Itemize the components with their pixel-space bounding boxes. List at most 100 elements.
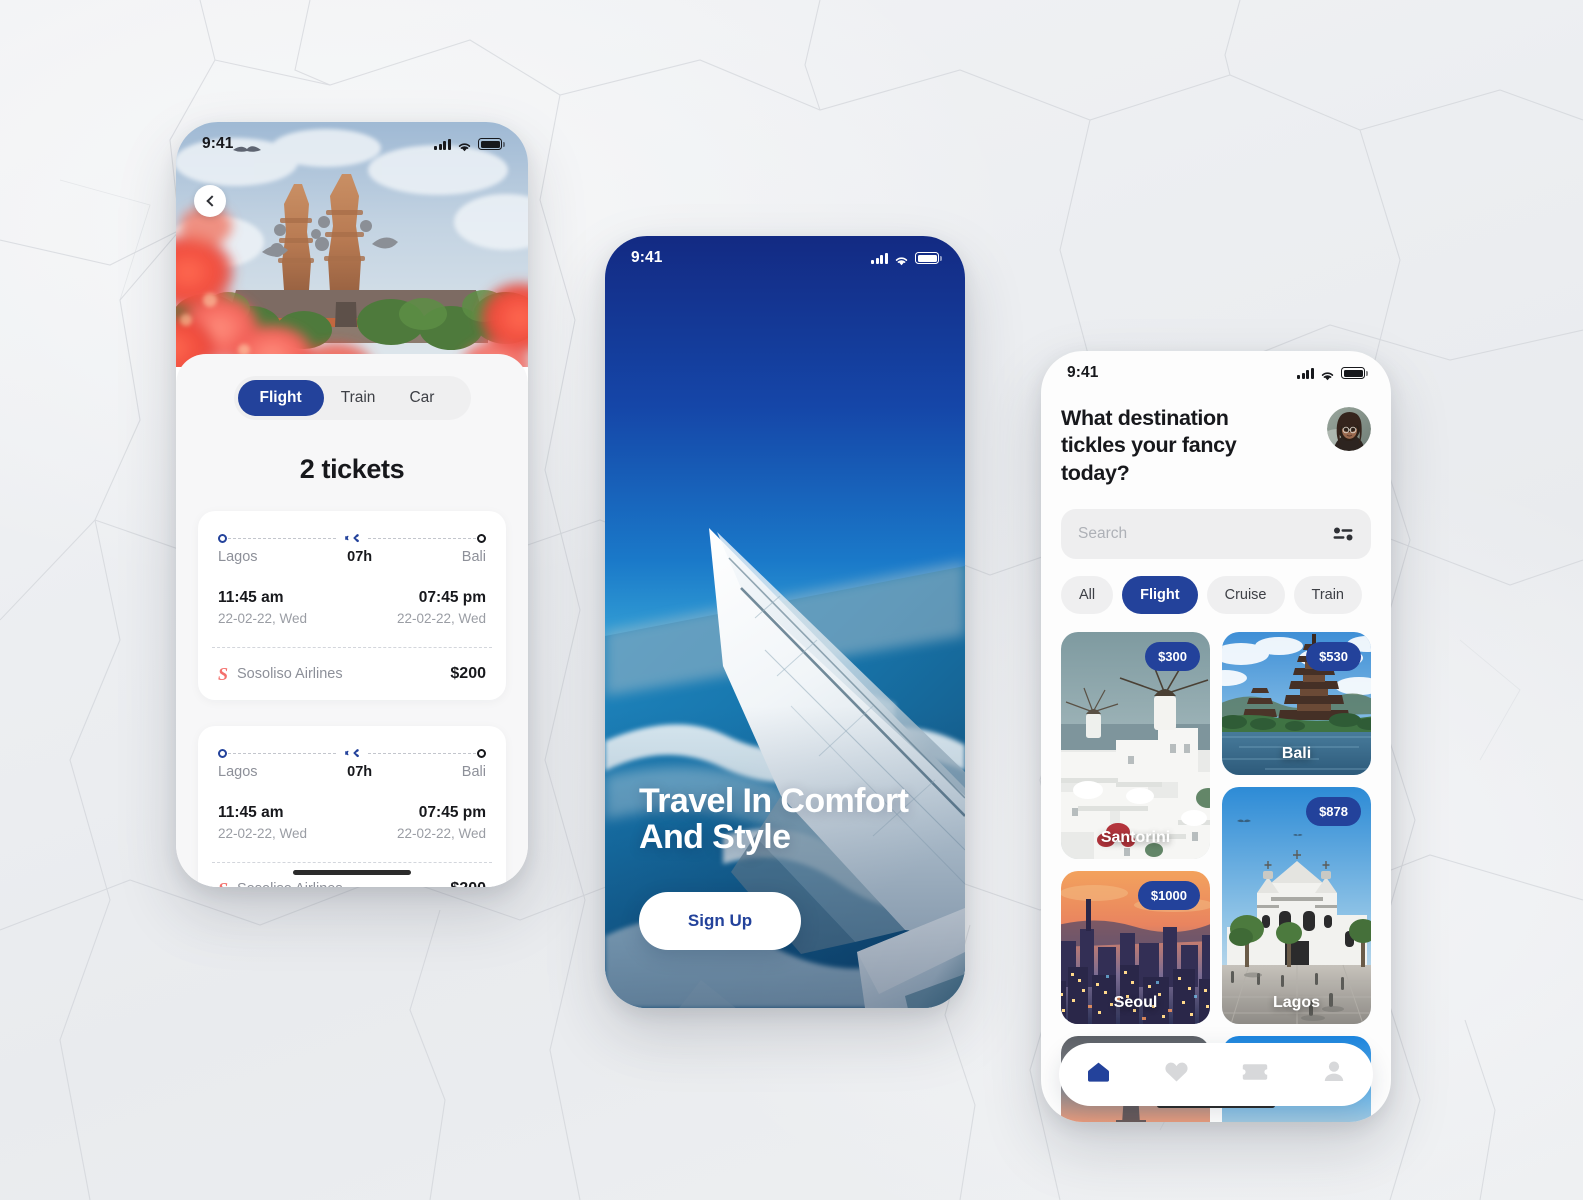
arrive-date: 22-02-22, Wed [396,611,486,626]
flight-duration: 07h [347,549,373,565]
cellular-signal-icon [871,252,888,264]
destination-name: Seoul [1113,993,1158,1011]
status-bar: 9:41 [1041,351,1391,395]
battery-icon [1341,367,1368,379]
airline-info: S Sosoliso Airlines [218,880,343,887]
onboarding-headline: Travel In Comfort And Style [639,781,909,857]
ticket-price: $200 [450,880,486,887]
tab-car-label: Car [409,389,435,406]
wifi-icon [1320,368,1335,380]
phone-tickets-screen: 9:41 Flight Train Car 2 tickets Lagos 07… [176,122,528,887]
ticket-card[interactable]: Lagos 07h Bali 11:45 am 22-02-22, Wed 07… [198,726,506,887]
ticket-route-section: Lagos 07h Bali 11:45 am 22-02-22, Wed 07… [198,726,506,862]
airplane-icon [337,531,367,549]
chip-train[interactable]: Train [1293,575,1362,614]
chip-all-label: All [1079,586,1096,603]
search-input[interactable] [1078,524,1332,543]
tab-home[interactable] [1059,1060,1138,1084]
explore-header: What destination tickles your fancy toda… [1061,405,1371,487]
status-time: 9:41 [202,135,234,152]
chip-flight-label: Flight [1140,586,1180,603]
ticket-times: 11:45 am 22-02-22, Wed 07:45 pm 22-02-22… [218,589,486,626]
wifi-icon [894,253,909,265]
home-indicator [293,870,411,875]
status-time: 9:41 [1067,364,1099,381]
destination-card-bali[interactable]: $530 Bali [1222,631,1371,775]
chip-all[interactable]: All [1061,575,1114,614]
status-bar: 9:41 [605,236,965,280]
depart-block: 11:45 am 22-02-22, Wed [218,804,307,841]
page-title: 2 tickets [299,454,405,484]
ticket-card[interactable]: Lagos 07h Bali 11:45 am 22-02-22, Wed 07… [198,511,506,700]
price-badge: $300 [1145,641,1200,671]
route-line [218,746,486,764]
depart-date: 22-02-22, Wed [218,826,308,841]
onboarding-content: Travel In Comfort And Style Sign Up [639,781,931,950]
ticket-times: 11:45 am 22-02-22, Wed 07:45 pm 22-02-22… [218,804,486,841]
wifi-icon [457,139,472,151]
search-bar[interactable] [1061,508,1371,559]
airplane-icon [337,746,367,764]
destination-dot-icon [477,749,486,758]
sign-up-button[interactable]: Sign Up [639,892,801,950]
home-icon [1087,1062,1109,1082]
ticket-price: $200 [450,665,486,682]
destination-name: Santorini [1100,828,1171,846]
sosoliso-logo-icon: S [218,664,229,684]
tab-train-label: Train [340,389,376,406]
phone-onboarding-screen: 9:41 Travel In Comfort And Style Sign Up [605,236,965,1008]
ticket-airline-section: S Sosoliso Airlines $200 [198,863,506,887]
status-time: 9:41 [631,249,663,266]
arrive-date: 22-02-22, Wed [396,826,486,841]
sliders-icon[interactable] [1332,526,1354,542]
destination-city: Bali [461,764,486,780]
back-button[interactable] [194,185,226,217]
phone-explore-screen: 9:41 What destination tickles your fancy… [1041,351,1391,1122]
ticket-icon [1243,1063,1268,1080]
bottom-tab-bar [1059,1043,1373,1106]
tab-car[interactable]: Car [392,380,451,416]
airline-info: S Sosoliso Airlines [218,665,343,683]
tab-flight-label: Flight [259,389,302,406]
arrive-time: 07:45 pm [418,804,486,821]
category-chips: All Flight Cruise Train [1061,575,1371,614]
price-badge: $530 [1306,641,1361,671]
flight-duration: 07h [347,764,373,780]
origin-dot-icon [218,534,227,543]
tab-flight[interactable]: Flight [237,380,324,416]
transport-mode-tabs: Flight Train Car [233,376,471,420]
ticket-airline-section: S Sosoliso Airlines $200 [198,648,506,700]
ticket-route-section: Lagos 07h Bali 11:45 am 22-02-22, Wed 07… [198,511,506,647]
person-icon [1324,1061,1343,1081]
origin-city: Lagos [218,764,258,780]
depart-time: 11:45 am [218,804,284,821]
destination-card-lagos[interactable]: $878 Lagos [1222,786,1371,1024]
battery-icon [478,138,505,150]
chip-flight[interactable]: Flight [1122,575,1198,614]
cellular-signal-icon [1297,367,1314,379]
airline-name: Sosoliso Airlines [237,881,343,887]
battery-icon [915,252,942,264]
status-bar: 9:41 [176,122,528,166]
origin-dot-icon [218,749,227,758]
tab-profile[interactable] [1295,1060,1374,1083]
sosoliso-logo-icon: S [218,880,228,887]
chip-cruise[interactable]: Cruise [1206,575,1285,614]
route-line [218,531,486,549]
avatar[interactable] [1327,407,1371,451]
route-labels: Lagos 07h Bali [218,549,486,565]
tab-tickets[interactable] [1216,1061,1295,1083]
destination-name: Bali [1281,744,1312,762]
arrive-block: 07:45 pm 22-02-22, Wed [397,804,486,841]
destination-card-seoul[interactable]: $1000 Seoul [1061,870,1210,1024]
arrive-time: 07:45 pm [418,589,486,606]
tickets-sheet: Flight Train Car 2 tickets Lagos 07h Bal… [176,354,528,887]
origin-city: Lagos [218,549,258,565]
tab-favourites[interactable] [1138,1060,1217,1083]
destination-card-santorini[interactable]: $300 Santorini [1061,631,1210,859]
destination-name: Lagos [1272,993,1321,1011]
tab-train[interactable]: Train [324,380,393,416]
airline-name: Sosoliso Airlines [237,666,343,682]
chevron-left-icon [205,195,218,207]
depart-block: 11:45 am 22-02-22, Wed [218,589,307,626]
